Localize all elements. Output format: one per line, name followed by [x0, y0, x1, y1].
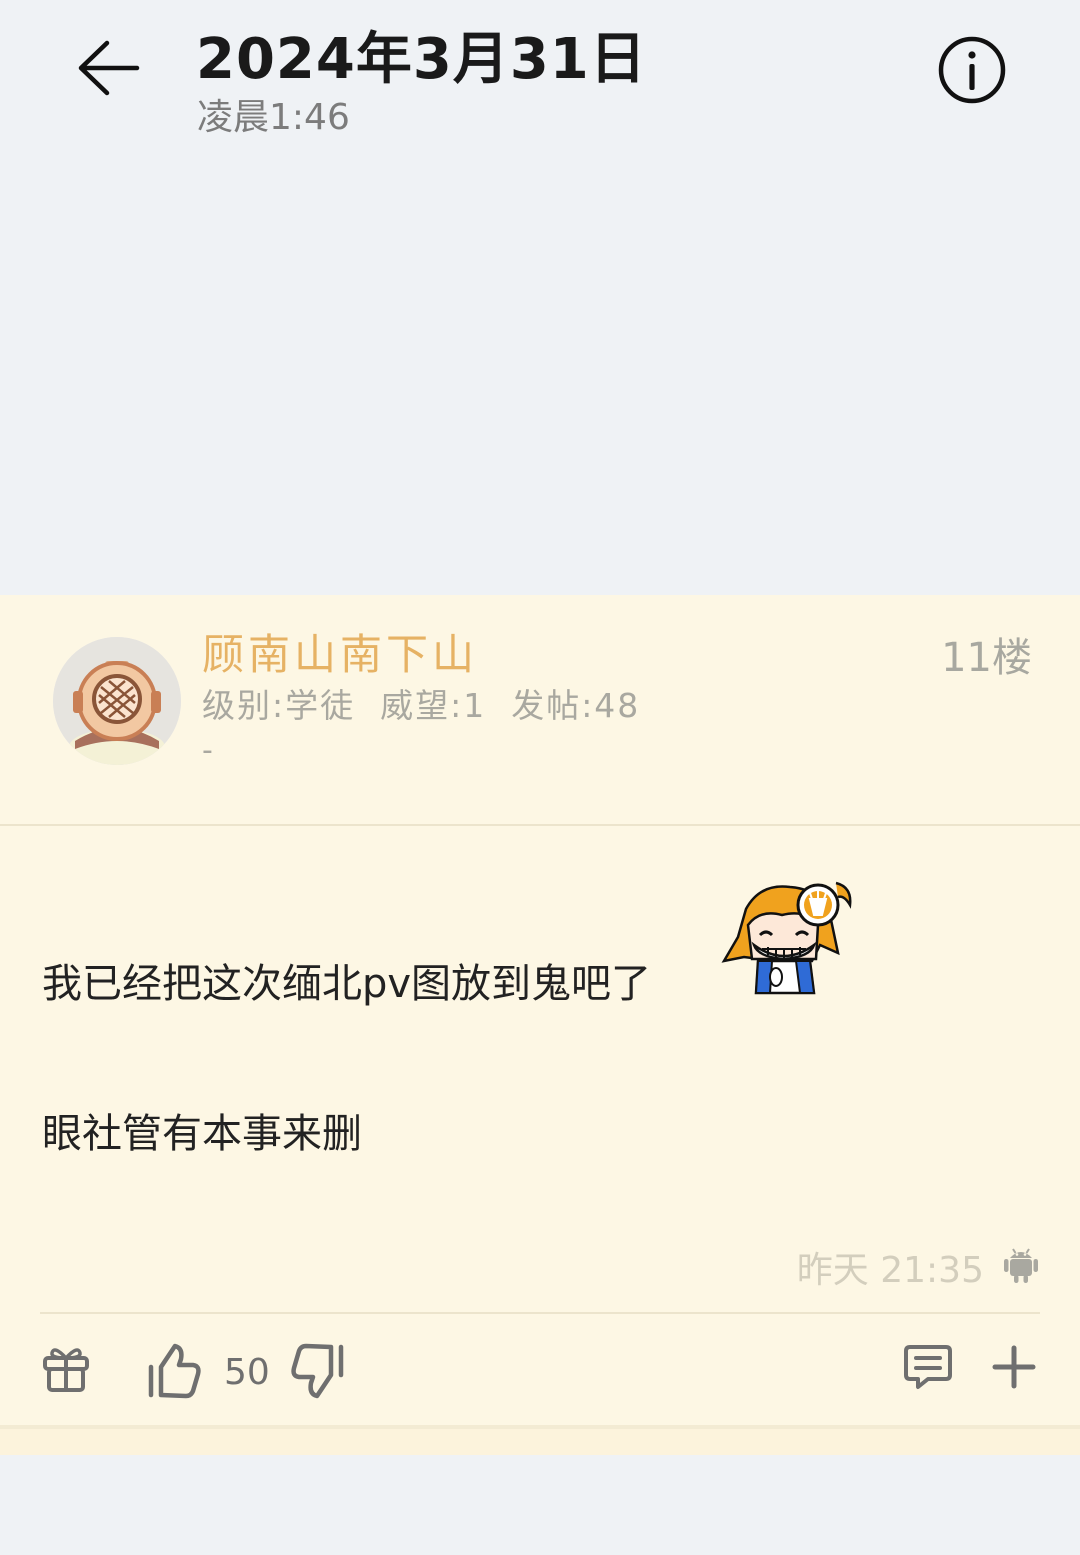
- info-circle-icon: [938, 36, 1006, 104]
- page-title: 2024年3月31日: [196, 27, 647, 92]
- plus-icon: [992, 1345, 1036, 1389]
- diving-helmet-avatar-icon: [53, 637, 181, 765]
- post-card: 顾南山南下山 11楼 级别:学徒 威望:1 发帖:48 - 我已经把这次缅北pv…: [0, 595, 1080, 1425]
- thumbs-up-icon: [148, 1343, 201, 1399]
- username[interactable]: 顾南山南下山: [202, 621, 478, 682]
- top-bar: 2024年3月31日 凌晨1:46: [0, 0, 1080, 595]
- android-icon: [1001, 1244, 1041, 1284]
- page-subtitle-time: 凌晨1:46: [197, 97, 350, 138]
- post-content-line: 眼社管有本事来删: [42, 1111, 362, 1157]
- comment-button[interactable]: [900, 1339, 956, 1395]
- like-button[interactable]: [142, 1340, 204, 1402]
- gift-icon: [43, 1348, 89, 1392]
- grinning-cartoon-girl-sticker: [720, 875, 856, 995]
- avatar[interactable]: [53, 637, 181, 765]
- info-button[interactable]: [934, 32, 1010, 108]
- add-button[interactable]: [986, 1339, 1042, 1395]
- divider: [40, 1312, 1040, 1314]
- arrow-left-icon: [78, 40, 140, 96]
- dislike-button[interactable]: [288, 1340, 350, 1402]
- post-time: 昨天 21:35: [796, 1250, 984, 1291]
- thumbs-down-icon: [291, 1343, 344, 1399]
- like-count: 50: [224, 1352, 270, 1393]
- comment-icon: [904, 1345, 952, 1389]
- divider: [0, 1425, 1080, 1429]
- user-stats: 级别:学徒 威望:1 发帖:48: [202, 686, 641, 725]
- divider: [0, 824, 1080, 826]
- user-signature: -: [202, 733, 213, 768]
- floor-number: 11楼: [941, 635, 1032, 681]
- post-content-line: 我已经把这次缅北pv图放到鬼吧了: [42, 961, 652, 1007]
- gift-button[interactable]: [38, 1341, 94, 1397]
- next-post-edge: [0, 1425, 1080, 1455]
- back-button[interactable]: [70, 32, 146, 104]
